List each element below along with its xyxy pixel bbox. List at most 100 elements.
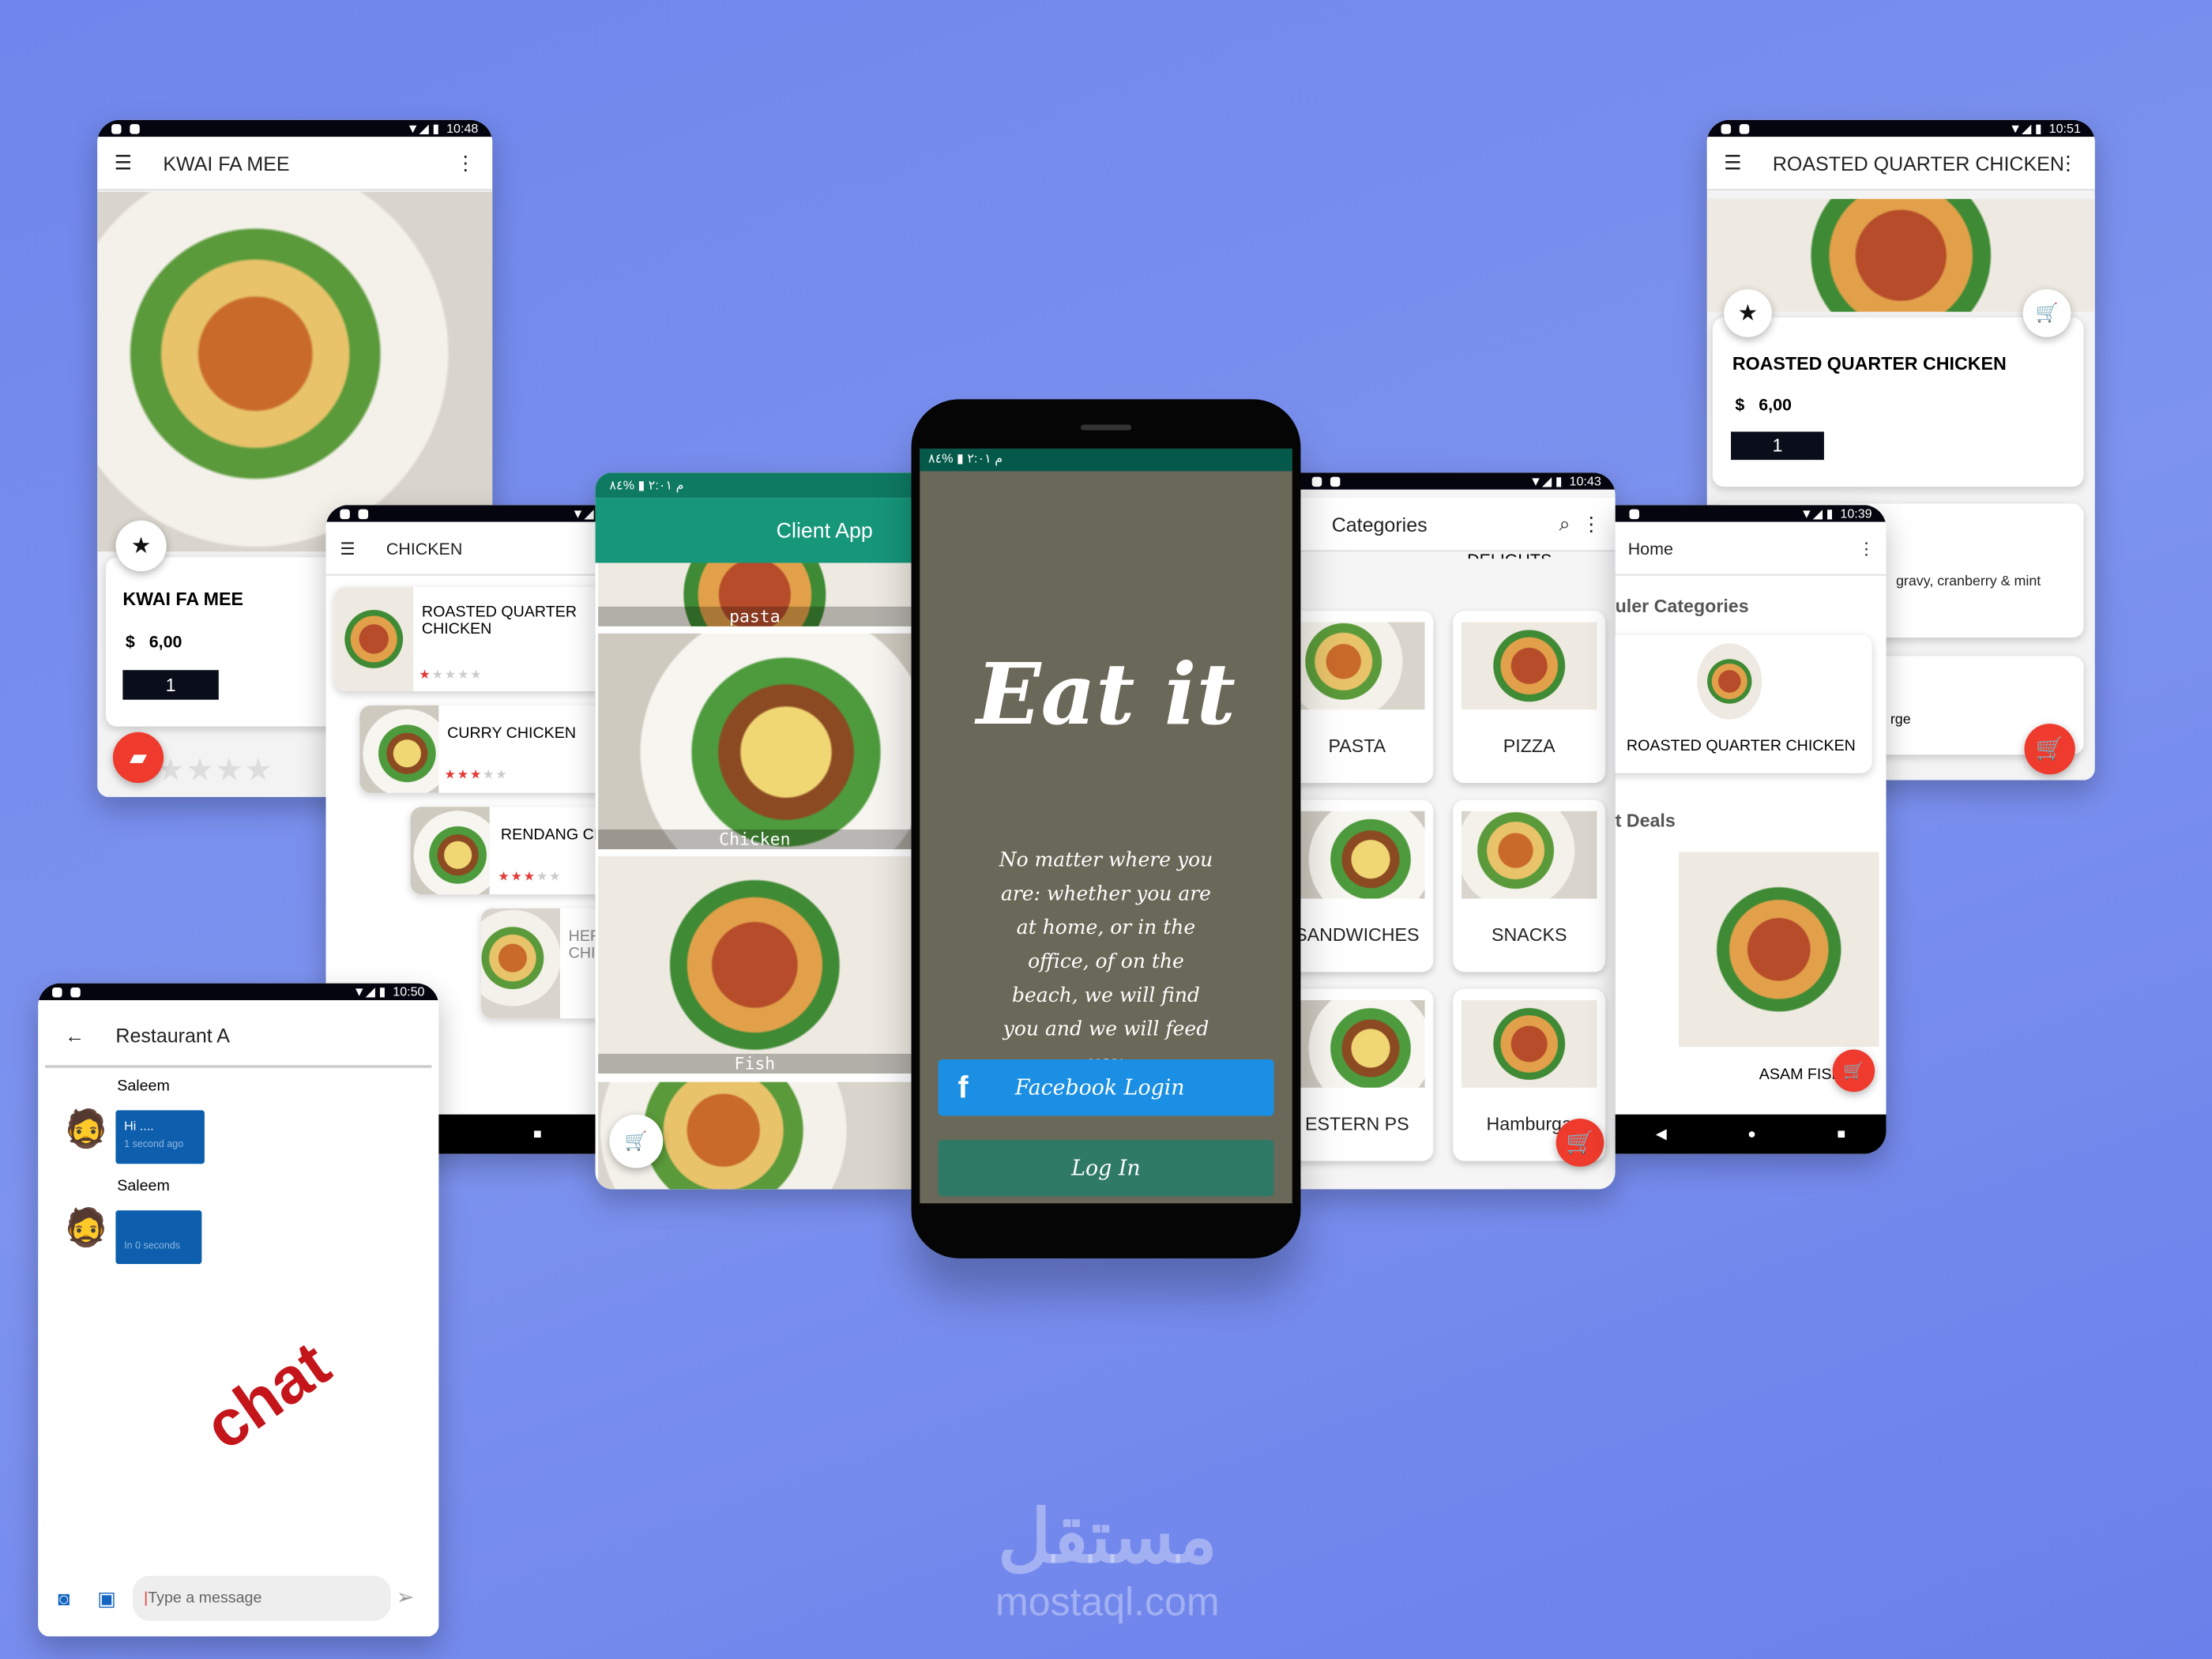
popular-category-card[interactable]: ROASTED QUARTER CHICKEN — [1615, 634, 1872, 773]
status-text: م ٢:٠١ ▮ %٨٤ — [927, 451, 1003, 466]
chat-overlay-label: chat — [191, 1326, 343, 1464]
section-title: uler Categories — [1615, 595, 1749, 617]
message-bubble[interactable]: Hi .... 1 second ago — [115, 1110, 205, 1164]
more-icon[interactable]: ⋮ — [2058, 151, 2078, 175]
facebook-login-button[interactable]: f Facebook Login — [938, 1059, 1274, 1116]
category-tile[interactable]: pasta — [598, 562, 912, 626]
recent-nav[interactable]: ■ — [533, 1127, 542, 1142]
status-time: 10:51 — [2048, 121, 2081, 136]
rating: ★★★★★ — [498, 868, 562, 883]
quantity-stepper[interactable]: 1 — [1731, 431, 1824, 461]
message-bubble[interactable]: In 0 seconds — [115, 1210, 202, 1264]
item-name: KWAI FA MEE — [122, 588, 243, 610]
item-name: RENDANG CH — [500, 826, 605, 844]
list-item[interactable]: RENDANG CH ★★★★★ — [410, 807, 608, 895]
tagline: No matter where you are: whether you are… — [999, 848, 1213, 1075]
status-bar: ▼◢ — [325, 505, 608, 522]
item-description-2: rge — [1890, 712, 1911, 728]
status-time: 10:48 — [446, 121, 479, 136]
category-tile[interactable]: Fish — [598, 856, 912, 1074]
price: 6,00 — [1759, 394, 1792, 415]
status-time: 10:50 — [393, 984, 425, 999]
login-screen: م ٢:٠١ ▮ %٨٤ Eat it No matter where you … — [920, 448, 1292, 1204]
menu-icon[interactable]: ☰ — [115, 151, 132, 175]
category-label: Fish — [598, 1053, 912, 1074]
chat-fab[interactable]: ▰ — [112, 732, 164, 784]
category-card[interactable]: SNACKS — [1453, 799, 1606, 972]
more-icon[interactable]: ⋮ — [1858, 538, 1875, 558]
home-nav[interactable]: ● — [1747, 1127, 1756, 1142]
item-description: gravy, cranberry & mint — [1895, 574, 2041, 590]
sender-name: Saleem — [117, 1178, 170, 1195]
cart-fab[interactable]: 🛒 — [1832, 1049, 1875, 1093]
status-bar: م ٢:٠١ ▮ %٨٤ — [595, 472, 913, 498]
message-time: In 0 seconds — [124, 1241, 181, 1251]
app-logo: Eat it — [976, 645, 1236, 745]
category-card[interactable]: ESTERN PS — [1297, 988, 1434, 1161]
search-icon[interactable]: ⌕ — [1559, 512, 1570, 536]
status-text: م ٢:٠١ ▮ %٨٤ — [609, 477, 684, 492]
quantity-stepper[interactable]: 1 — [122, 670, 219, 700]
send-icon[interactable]: ➢ — [397, 1584, 414, 1609]
section-title: t Deals — [1615, 809, 1676, 831]
deal-image[interactable] — [1678, 852, 1879, 1047]
category-label: SNACKS — [1491, 924, 1567, 946]
list-item[interactable]: ROASTED QUARTER CHICKEN ★★★★★ — [334, 586, 608, 691]
watermark-arabic: مستقل — [997, 1496, 1217, 1579]
status-bar: م ٢:٠١ ▮ %٨٤ — [920, 448, 1292, 472]
category-card[interactable]: PASTA — [1297, 611, 1434, 784]
category-label: ROASTED QUARTER CHICKEN — [1626, 737, 1856, 755]
category-label: ESTERN PS — [1305, 1112, 1409, 1134]
cart-fab[interactable]: 🛒 — [1556, 1119, 1604, 1167]
status-bar: ▼◢ ▮ 10:51 — [1706, 119, 2095, 137]
app-bar: ← Restaurant A — [45, 1006, 432, 1068]
item-name: ROASTED QUARTER CHICKEN — [1732, 352, 2007, 374]
status-bar: ▼◢ ▮ 10:43 — [1297, 472, 1616, 490]
more-icon[interactable]: ⋮ — [456, 151, 476, 175]
app-bar: ☰ CHICKEN — [325, 521, 608, 576]
cart-fab[interactable]: 🛒 — [2024, 724, 2075, 775]
avatar: 🧔 — [63, 1206, 110, 1249]
chat-title: Restaurant A — [115, 1024, 230, 1047]
more-icon[interactable]: ⋮ — [1582, 512, 1601, 536]
status-time: 10:43 — [1569, 473, 1601, 488]
center-phone: م ٢:٠١ ▮ %٨٤ Eat it No matter where you … — [911, 399, 1301, 1258]
home-screen: ▼◢ ▮ 10:39 Home ⋮ uler Categories ROASTED… — [1615, 505, 1887, 1154]
currency: $ — [125, 631, 135, 652]
app-bar: Client App — [595, 498, 913, 563]
sender-name: Saleem — [117, 1078, 170, 1095]
category-partial-label: DELIGHTS — [1467, 550, 1552, 559]
favorite-button[interactable]: ★ — [1724, 289, 1772, 337]
app-bar: ☰ ROASTED QUARTER CHICKEN ⋮ — [1706, 137, 2095, 191]
avatar: 🧔 — [63, 1107, 110, 1150]
image-icon[interactable]: ▣ — [97, 1587, 116, 1611]
recent-nav[interactable]: ■ — [1837, 1127, 1845, 1142]
menu-icon[interactable]: ☰ — [340, 538, 355, 558]
message-time: 1 second ago — [124, 1139, 184, 1150]
message-text: Hi .... — [124, 1119, 154, 1133]
category-card[interactable]: PIZZA — [1453, 611, 1606, 784]
cart-button[interactable]: 🛒 — [2022, 289, 2071, 337]
item-name: CURRY CHICKEN — [447, 724, 577, 743]
back-nav[interactable]: ◀ — [1656, 1127, 1667, 1142]
page-title: Home — [1627, 538, 1673, 559]
list-item[interactable]: HER CHI — [480, 908, 608, 1019]
menu-icon[interactable]: ☰ — [1724, 151, 1741, 175]
page-title: KWAI FA MEE — [163, 151, 290, 175]
rating-stars[interactable]: ★★★★ — [156, 752, 273, 788]
favorite-button[interactable]: ★ — [115, 520, 167, 572]
login-button[interactable]: Log In — [938, 1139, 1274, 1197]
watermark-latin: mostaql.com — [995, 1579, 1220, 1624]
cart-fab[interactable]: 🛒 — [609, 1114, 664, 1168]
message-input[interactable]: |Type a message — [132, 1575, 391, 1621]
category-tile[interactable]: Chicken — [598, 633, 912, 849]
category-label: pasta — [598, 606, 912, 626]
back-arrow-icon[interactable]: ← — [65, 1024, 85, 1047]
list-item[interactable]: CURRY CHICKEN ★★★★★ — [359, 705, 608, 793]
facebook-icon: f — [957, 1069, 969, 1105]
category-card[interactable]: SANDWICHES — [1297, 799, 1434, 972]
category-label: Chicken — [598, 829, 912, 849]
page-title: ROASTED QUARTER CHICKEN — [1772, 151, 2064, 175]
status-bar: ▼◢ ▮ 10:48 — [97, 119, 493, 137]
camera-icon[interactable]: ◙ — [58, 1587, 70, 1610]
